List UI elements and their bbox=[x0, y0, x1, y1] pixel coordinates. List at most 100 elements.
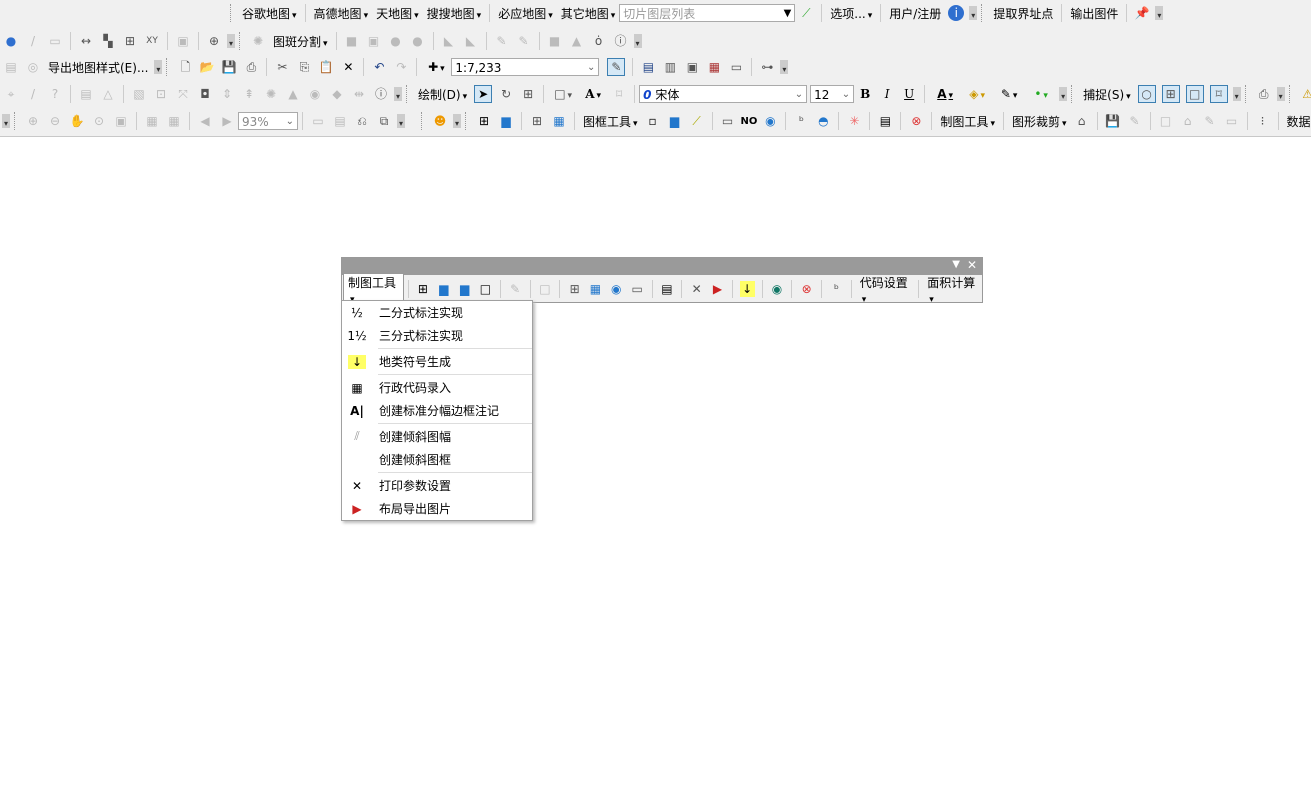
grid-icon[interactable]: ⊞ bbox=[476, 113, 492, 129]
pin-icon[interactable]: 📌 bbox=[1134, 5, 1150, 21]
tile-layer-combo[interactable]: 切片图层列表 ▼ bbox=[619, 4, 796, 22]
underline-button[interactable]: U bbox=[901, 86, 917, 102]
star-icon[interactable]: ✳ bbox=[846, 113, 862, 129]
print-settings-icon[interactable]: ✕ bbox=[689, 281, 704, 297]
menu-item-export-image[interactable]: ▶ 布局导出图片 bbox=[342, 497, 532, 520]
paste-icon[interactable]: 📋 bbox=[318, 59, 334, 75]
italic-button[interactable]: I bbox=[879, 86, 895, 102]
clip-menu[interactable]: 图形裁剪 bbox=[1008, 113, 1071, 130]
soso-map-menu[interactable]: 搜搜地图 bbox=[423, 5, 486, 22]
save-icon[interactable]: 💾 bbox=[221, 59, 237, 75]
floating-title-bar[interactable]: ▼ ✕ bbox=[342, 258, 982, 275]
window-globe-icon[interactable]: ▣ bbox=[684, 59, 700, 75]
add-layer-icon[interactable]: ⟋ bbox=[798, 5, 814, 21]
print-icon[interactable]: ⎙ bbox=[243, 59, 259, 75]
menu-item-admin-code[interactable]: ▦ 行政代码录入 bbox=[342, 376, 532, 399]
computer-icon[interactable]: ▆ bbox=[498, 113, 514, 129]
gear-icon[interactable]: ✺ bbox=[250, 33, 266, 49]
grip[interactable] bbox=[230, 4, 234, 22]
export-image-icon[interactable]: ▶ bbox=[710, 281, 725, 297]
menu-item-print-settings[interactable]: ✕ 打印参数设置 bbox=[342, 474, 532, 497]
menu-item-ternary-label[interactable]: 1½ 三分式标注实现 bbox=[342, 324, 532, 347]
redo-icon[interactable]: ↷ bbox=[393, 59, 409, 75]
area-calc-menu[interactable]: 面积计算 bbox=[923, 274, 982, 305]
ring-icon[interactable]: ȯ bbox=[591, 33, 607, 49]
add-frame-icon[interactable]: ▦ bbox=[551, 113, 567, 129]
snap-edge-icon[interactable]: □ bbox=[1185, 85, 1204, 103]
code-settings-menu[interactable]: 代码设置 bbox=[856, 274, 915, 305]
bing-map-menu[interactable]: 必应地图 bbox=[494, 5, 557, 22]
save-icon[interactable]: 💾 bbox=[1105, 113, 1121, 129]
font-size-combo[interactable]: 12 ⌄ bbox=[810, 85, 855, 103]
computer-icon[interactable]: ▆ bbox=[436, 281, 451, 297]
cut-icon[interactable]: ✂ bbox=[274, 59, 290, 75]
font-combo[interactable]: 0 宋体 ⌄ bbox=[639, 85, 808, 103]
wand-icon[interactable]: ⟋ bbox=[689, 113, 705, 129]
export-map-button[interactable]: 输出图件 bbox=[1066, 5, 1122, 22]
zoom-element-icon[interactable]: ⊞ bbox=[520, 86, 536, 102]
search-computer-icon[interactable]: ◉ bbox=[609, 281, 624, 297]
square-icon[interactable]: □ bbox=[478, 281, 493, 297]
smiley-icon[interactable]: ☻ bbox=[432, 113, 448, 129]
binoculars-icon[interactable]: ▚ bbox=[100, 33, 116, 49]
extract-points-button[interactable]: 提取界址点 bbox=[989, 5, 1057, 22]
snap-vertex-icon[interactable]: ⊞ bbox=[1161, 85, 1180, 103]
undo-icon[interactable]: ↶ bbox=[371, 59, 387, 75]
down-arrow-icon[interactable]: ↓ bbox=[739, 281, 755, 297]
map-tools-menu[interactable]: 制图工具 bbox=[936, 113, 999, 130]
options-menu[interactable]: 选项... bbox=[826, 5, 876, 22]
no-button[interactable]: NO bbox=[739, 116, 760, 127]
gaode-map-menu[interactable]: 高德地图 bbox=[310, 5, 373, 22]
split-menu[interactable]: 图斑分割 bbox=[269, 33, 332, 50]
draw-menu[interactable]: 绘制(D) bbox=[414, 86, 471, 103]
comment-icon[interactable]: ▭ bbox=[47, 33, 63, 49]
square-icon[interactable]: ▫ bbox=[645, 113, 661, 129]
line-color-icon[interactable]: ✎ bbox=[996, 86, 1022, 102]
search-computer-icon[interactable]: ◉ bbox=[762, 113, 778, 129]
rectangle-icon[interactable]: □ bbox=[551, 86, 575, 102]
folder-icon[interactable]: ▭ bbox=[720, 113, 736, 129]
frame-icon[interactable]: ⊞ bbox=[567, 281, 582, 297]
window-icon[interactable]: ▣ bbox=[175, 33, 191, 49]
grid-icon[interactable]: ⊞ bbox=[415, 281, 430, 297]
snap-menu[interactable]: 捕捉(S) bbox=[1079, 86, 1135, 103]
model-icon[interactable]: ⊶ bbox=[759, 59, 775, 75]
layout-edit-icon[interactable]: ✎ bbox=[607, 58, 626, 76]
close-circle-icon[interactable]: ⊗ bbox=[799, 281, 814, 297]
export-style-button[interactable]: 导出地图样式(E)... bbox=[44, 59, 152, 76]
select-arrow-icon[interactable]: ➤ bbox=[474, 85, 493, 103]
info-icon[interactable]: i bbox=[948, 5, 965, 21]
label-icon[interactable]: ᵇ bbox=[793, 113, 809, 129]
copy-icon[interactable]: ⎘ bbox=[296, 59, 312, 75]
frame-icon[interactable]: ⊞ bbox=[529, 113, 545, 129]
zoom-combo[interactable]: 93% ⌄ bbox=[238, 112, 298, 130]
google-map-menu[interactable]: 谷歌地图 bbox=[238, 5, 301, 22]
xy-icon[interactable]: XY bbox=[144, 33, 160, 49]
marker-color-icon[interactable]: • bbox=[1028, 86, 1054, 102]
list-icon[interactable]: ▤ bbox=[877, 113, 893, 129]
overflow-icon[interactable]: ▾ bbox=[969, 6, 978, 20]
menu-item-binary-label[interactable]: ½ 二分式标注实现 bbox=[342, 301, 532, 324]
toolbox-icon[interactable]: ▦ bbox=[706, 59, 722, 75]
console-icon[interactable]: ▭ bbox=[728, 59, 744, 75]
add-data-icon[interactable]: ✚ bbox=[424, 59, 448, 75]
search-globe-icon[interactable]: ◉ bbox=[770, 281, 785, 297]
folder-icon[interactable]: ▭ bbox=[630, 281, 645, 297]
dropdown-icon[interactable]: ▼ bbox=[952, 259, 960, 270]
open-folder-icon[interactable]: 📂 bbox=[199, 59, 215, 75]
list-icon[interactable]: ▤ bbox=[659, 281, 674, 297]
menu-item-landuse-symbol[interactable]: ↓ 地类符号生成 bbox=[342, 350, 532, 373]
info-icon[interactable]: ● bbox=[3, 33, 19, 49]
close-circle-icon[interactable]: ⊗ bbox=[908, 113, 924, 129]
table-view-icon[interactable]: ▤ bbox=[640, 59, 656, 75]
scale-combo[interactable]: 1:7,233 ⌄ bbox=[451, 58, 600, 76]
globe-icon[interactable]: ◓ bbox=[815, 113, 831, 129]
computer-icon[interactable]: ▆ bbox=[457, 281, 472, 297]
rotate-icon[interactable]: ↻ bbox=[498, 86, 514, 102]
layers-icon[interactable]: ▥ bbox=[662, 59, 678, 75]
snap-point-icon[interactable]: ○ bbox=[1137, 85, 1156, 103]
house-icon[interactable]: ⌂ bbox=[1074, 113, 1090, 129]
delete-icon[interactable]: ✕ bbox=[340, 59, 356, 75]
data-processing-menu[interactable]: 数据处理 bbox=[1283, 113, 1311, 130]
measure-icon[interactable]: ↔ bbox=[78, 33, 94, 49]
